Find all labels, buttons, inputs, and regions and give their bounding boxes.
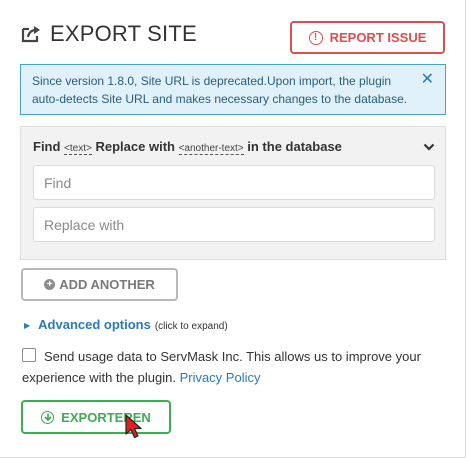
deprecation-notice: Since version 1.8.0, Site URL is depreca… <box>20 64 446 115</box>
usage-data-label: Send usage data to ServMask Inc. This al… <box>22 346 452 388</box>
notice-text: Since version 1.8.0, Site URL is depreca… <box>32 74 408 106</box>
another-text-tag: <another-text> <box>178 143 244 155</box>
export-button[interactable]: EXPORTEREN <box>21 400 171 434</box>
page-title: EXPORT SITE <box>50 21 197 46</box>
chevron-down-icon[interactable] <box>423 141 435 153</box>
report-issue-label: REPORT ISSUE <box>329 30 427 45</box>
find-replace-title[interactable]: Find <text> Replace with <another-text> … <box>33 139 342 155</box>
advanced-options-hint: (click to expand) <box>154 321 228 332</box>
add-another-button[interactable]: + ADD ANOTHER <box>21 268 178 301</box>
text-tag: <text> <box>64 143 92 155</box>
page-header: EXPORT SITE <box>20 20 197 48</box>
mouse-cursor-icon <box>125 414 142 439</box>
add-another-label: ADD ANOTHER <box>59 277 155 292</box>
find-word: Find <box>33 139 61 154</box>
replace-with-words: Replace with <box>95 139 175 154</box>
replace-with-input[interactable] <box>33 207 435 242</box>
find-replace-box: Find <text> Replace with <another-text> … <box>20 126 446 260</box>
in-database-words: in the database <box>247 139 342 154</box>
arrow-down-circle-icon <box>41 410 55 424</box>
caret-right-icon: ▶ <box>24 321 31 330</box>
close-icon[interactable]: ✕ <box>421 71 434 89</box>
advanced-options-link[interactable]: Advanced options <box>38 317 151 332</box>
report-issue-button[interactable]: ! REPORT ISSUE <box>290 21 445 54</box>
exclamation-circle-icon: ! <box>308 30 323 45</box>
advanced-options-toggle[interactable]: ▶ Advanced options (click to expand) <box>24 317 228 332</box>
export-panel: EXPORT SITE ! REPORT ISSUE Since version… <box>0 0 466 458</box>
find-input[interactable] <box>33 165 435 200</box>
export-icon <box>21 26 40 43</box>
plus-circle-icon: + <box>44 279 56 290</box>
privacy-policy-link[interactable]: Privacy Policy <box>180 370 261 385</box>
